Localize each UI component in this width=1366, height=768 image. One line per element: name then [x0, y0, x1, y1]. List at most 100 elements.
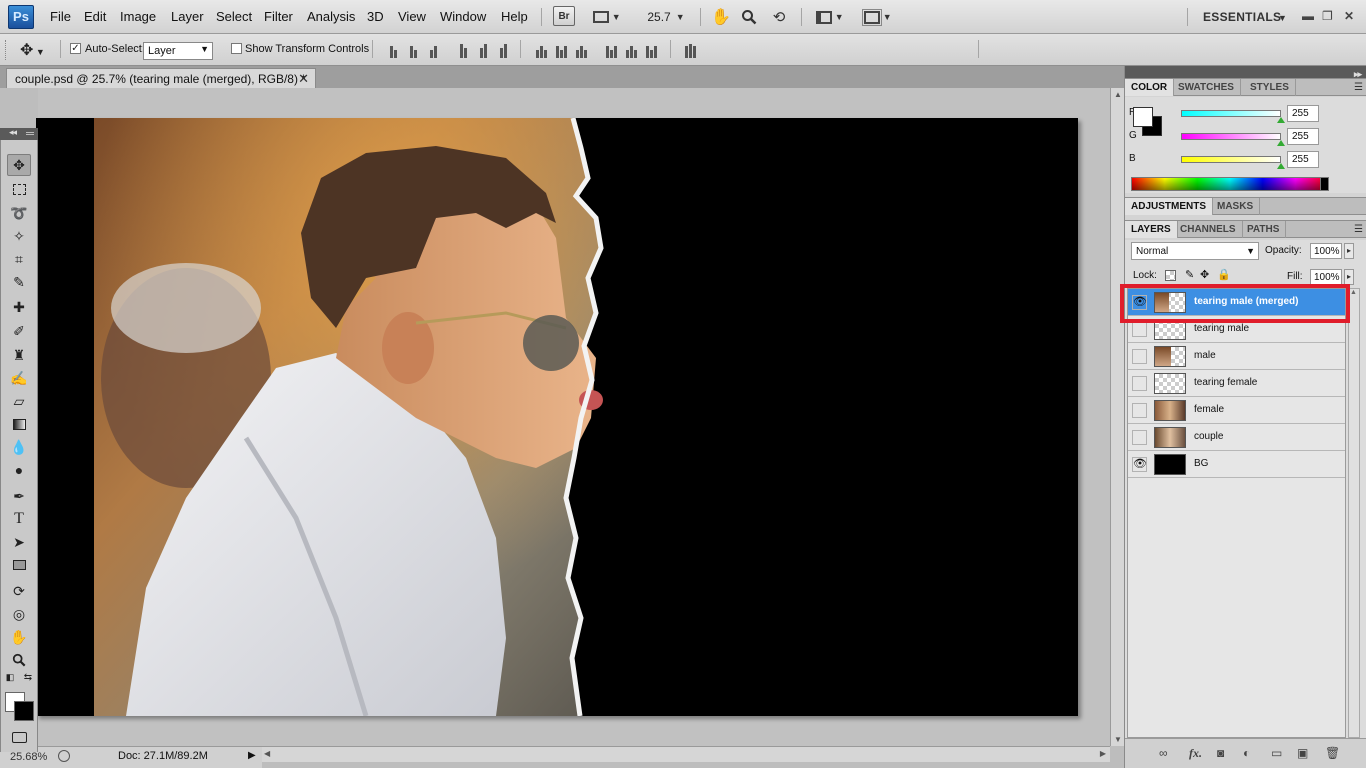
vertical-scrollbar[interactable]: ▲ ▼ [1110, 88, 1124, 746]
menu-edit[interactable]: Edit [84, 9, 106, 24]
fx-icon[interactable]: fx. [1189, 746, 1202, 761]
zoom-icon[interactable] [738, 6, 760, 28]
status-zoom[interactable]: 25.68% [10, 751, 47, 763]
lasso-tool-icon[interactable]: ➰ [7, 202, 31, 224]
distribute-right-icon[interactable] [643, 42, 659, 58]
distribute-top-icon[interactable] [533, 42, 549, 58]
layer-row-couple[interactable]: couple [1128, 424, 1345, 451]
view-extras-button[interactable]: ▼ [590, 6, 624, 28]
color-spectrum-ramp[interactable] [1131, 177, 1329, 191]
layer-row-female[interactable]: female [1128, 397, 1345, 424]
collapse-icon[interactable]: ◂◂ [9, 127, 17, 138]
auto-align-layers-icon[interactable] [682, 42, 698, 58]
scroll-up-icon[interactable]: ▲ [1350, 289, 1357, 296]
tab-masks[interactable]: MASKS [1211, 198, 1261, 215]
rotate-view-icon[interactable]: ⟲ [768, 6, 790, 28]
red-slider[interactable] [1181, 110, 1281, 117]
3d-orbit-tool-icon[interactable]: ◎ [7, 603, 31, 625]
align-left-icon[interactable] [455, 42, 471, 58]
screen-mode-button[interactable]: ▼ [860, 6, 896, 28]
healing-brush-tool-icon[interactable]: ✚ [7, 296, 31, 318]
hand-icon[interactable]: ✋ [710, 6, 732, 28]
mask-icon[interactable]: ◙ [1217, 746, 1224, 760]
align-top-icon[interactable] [385, 42, 401, 58]
clone-stamp-tool-icon[interactable]: ♜ [7, 344, 31, 366]
launch-bridge-button[interactable]: Br [553, 6, 575, 26]
menu-file[interactable]: File [50, 9, 71, 24]
layer-row-tearing-male-merged[interactable]: 👁 tearing male (merged) [1128, 289, 1345, 316]
green-slider[interactable] [1181, 133, 1281, 140]
scroll-up-icon[interactable]: ▲ [1114, 90, 1122, 99]
visibility-toggle[interactable] [1132, 403, 1147, 418]
layer-row-male[interactable]: male [1128, 343, 1345, 370]
visibility-toggle[interactable] [1132, 430, 1147, 445]
marquee-tool-icon[interactable] [7, 178, 31, 200]
auto-select-checkbox[interactable]: ✓ [70, 43, 81, 54]
red-value-field[interactable]: 255 [1287, 105, 1319, 122]
layer-row-tearing-male[interactable]: tearing male [1128, 316, 1345, 343]
workspace-switcher[interactable]: ESSENTIALS [1203, 10, 1281, 24]
group-icon[interactable]: ▭ [1271, 746, 1282, 760]
visibility-eye-icon[interactable]: 👁 [1132, 457, 1147, 472]
document-tab[interactable]: couple.psd @ 25.7% (tearing male (merged… [6, 68, 316, 88]
3d-rotate-tool-icon[interactable]: ⟳ [7, 580, 31, 602]
opacity-slider-button[interactable]: ▸ [1344, 243, 1354, 259]
lock-transparency-icon[interactable] [1165, 270, 1176, 281]
new-layer-icon[interactable]: ▣ [1297, 746, 1308, 760]
close-icon[interactable]: ✕ [298, 71, 309, 87]
menu-window[interactable]: Window [440, 9, 486, 24]
brush-tool-icon[interactable]: ✐ [7, 320, 31, 342]
fill-slider-button[interactable]: ▸ [1344, 269, 1354, 285]
distribute-vertical-center-icon[interactable] [553, 42, 569, 58]
trash-icon[interactable]: 🗑 [1325, 746, 1340, 760]
lock-all-icon[interactable]: 🔒 [1217, 268, 1231, 281]
restore-icon[interactable]: ❐ [1322, 9, 1333, 23]
visibility-toggle[interactable] [1132, 376, 1147, 391]
black-swatch-ramp[interactable] [1320, 177, 1329, 191]
status-info-icon[interactable] [58, 750, 70, 762]
tab-paths[interactable]: PATHS [1241, 221, 1287, 238]
scroll-right-icon[interactable]: ▶ [1100, 749, 1106, 758]
link-icon[interactable]: ∞ [1159, 746, 1168, 760]
layer-row-bg[interactable]: 👁 BG [1128, 451, 1345, 478]
align-horizontal-center-icon[interactable] [475, 42, 491, 58]
align-right-icon[interactable] [495, 42, 511, 58]
menu-filter[interactable]: Filter [264, 9, 293, 24]
align-bottom-icon[interactable] [425, 42, 441, 58]
dodge-tool-icon[interactable]: ● [7, 459, 31, 481]
fill-field[interactable]: 100% [1310, 269, 1342, 285]
blue-slider-knob[interactable] [1277, 163, 1285, 169]
minimize-icon[interactable]: ▬ [1302, 9, 1314, 23]
background-color-swatch[interactable] [14, 701, 34, 721]
lock-position-icon[interactable]: ✥ [1200, 268, 1209, 281]
tab-channels[interactable]: CHANNELS [1174, 221, 1243, 238]
tab-color[interactable]: COLOR [1125, 79, 1175, 96]
menu-select[interactable]: Select [216, 9, 252, 24]
layer-row-tearing-female[interactable]: tearing female [1128, 370, 1345, 397]
opacity-field[interactable]: 100% [1310, 243, 1342, 259]
green-value-field[interactable]: 255 [1287, 128, 1319, 145]
blend-mode-dropdown[interactable]: Normal ▼ [1131, 242, 1259, 260]
visibility-toggle[interactable] [1132, 349, 1147, 364]
blue-slider[interactable] [1181, 156, 1281, 163]
menu-analysis[interactable]: Analysis [307, 9, 355, 24]
blue-value-field[interactable]: 255 [1287, 151, 1319, 168]
menu-3d[interactable]: 3D [367, 9, 384, 24]
lock-pixels-icon[interactable]: ✎ [1185, 268, 1194, 281]
panel-menu-icon[interactable]: ☰ [1354, 82, 1363, 93]
show-transform-checkbox[interactable] [231, 43, 242, 54]
magic-wand-tool-icon[interactable]: ✧ [7, 225, 31, 247]
chevron-down-icon[interactable]: ▼ [1278, 13, 1287, 23]
red-slider-knob[interactable] [1277, 117, 1285, 123]
arrange-documents-button[interactable]: ▼ [812, 6, 848, 28]
swap-colors-icon[interactable]: ⇆ [21, 670, 35, 684]
zoom-level-dropdown[interactable]: 25.7 ▼ [644, 6, 688, 28]
menu-help[interactable]: Help [501, 9, 528, 24]
visibility-eye-icon[interactable]: 👁 [1132, 295, 1147, 310]
zoom-tool-icon[interactable] [7, 649, 31, 671]
tools-panel-header[interactable]: ◂◂ [0, 127, 38, 140]
align-vertical-center-icon[interactable] [405, 42, 421, 58]
hand-tool-icon[interactable]: ✋ [7, 626, 31, 648]
color-foreground-swatch[interactable] [1133, 107, 1153, 127]
blur-tool-icon[interactable]: 💧 [7, 436, 31, 458]
